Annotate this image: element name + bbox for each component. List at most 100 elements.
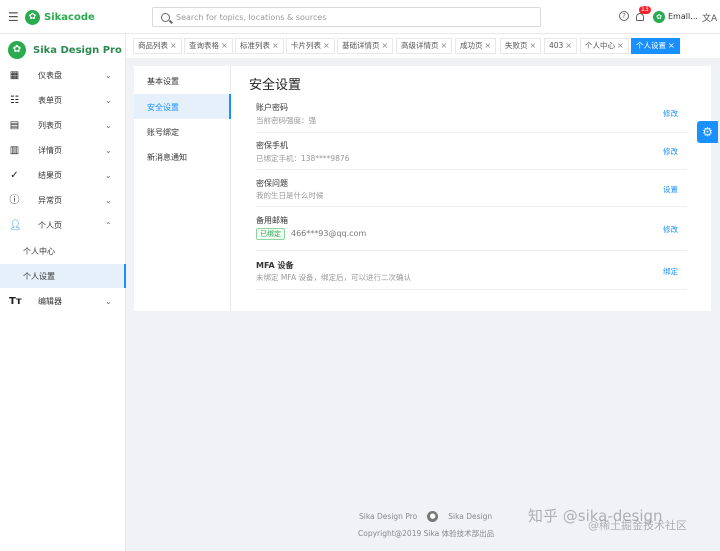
footer-link-design[interactable]: Sika Design <box>448 512 492 521</box>
notification-badge: 13 <box>639 6 651 14</box>
sidebar-item-user[interactable]: 👤︎ 个人页 ⌃ <box>0 213 126 237</box>
menu-toggle-icon[interactable]: ☰ <box>8 10 22 24</box>
row-title: MFA 设备 <box>256 261 294 270</box>
settings-menu: 基本设置 安全设置 账号绑定 新消息通知 <box>134 66 231 311</box>
sidebar-subitem-user-settings[interactable]: 个人设置 <box>0 264 126 288</box>
tab-label: 个人中心 <box>585 41 615 50</box>
avatar[interactable]: ✿ <box>653 11 665 23</box>
close-icon[interactable]: × <box>272 39 279 53</box>
notification-button[interactable]: 13 <box>635 6 651 24</box>
brand-title: Sika Design Pro <box>33 44 122 56</box>
sidebar: ✿ Sika Design Pro ▦ 仪表盘 ⌄ ☷ 表单页 ⌄ ▤ 列表页 … <box>0 34 126 551</box>
search-icon <box>161 12 170 22</box>
sidebar-item-label: 结果页 <box>38 170 62 180</box>
form-icon: ☷ <box>10 94 19 106</box>
email-value: 466***93@qq.com <box>291 229 367 238</box>
tab-label: 卡片列表 <box>291 41 321 50</box>
security-row-mfa: MFA 设备 未绑定 MFA 设备，绑定后，可以进行二次确认 绑定 <box>256 251 687 290</box>
chevron-down-icon: ⌄ <box>105 296 112 306</box>
close-icon[interactable]: × <box>530 39 537 53</box>
row-desc: 已绑定手机：138****9876 <box>256 154 350 163</box>
row-desc: 当前密码强度：强 <box>256 116 316 125</box>
sidebar-item-label: 仪表盘 <box>38 70 62 80</box>
copyright: Copyright@2019 Sika 体验技术部出品 <box>358 529 495 538</box>
tab-item[interactable]: 基础详情页 × <box>337 38 394 54</box>
app-name: Sikacode <box>44 11 95 23</box>
close-icon[interactable]: × <box>382 39 389 53</box>
footer-link-pro[interactable]: Sika Design Pro <box>359 512 417 521</box>
close-icon[interactable]: × <box>565 39 572 53</box>
sidebar-item-editor[interactable]: Tт 编辑器 ⌄ <box>0 289 126 313</box>
set-question-link[interactable]: 设置 <box>663 184 678 195</box>
security-row-email: 备用邮箱 已绑定 466***93@qq.com 修改 <box>256 207 687 251</box>
result-icon: ✓ <box>10 169 19 181</box>
tab-label: 成功页 <box>460 41 483 50</box>
settings-menu-binding[interactable]: 账号绑定 <box>134 119 231 144</box>
bound-badge: 已绑定 <box>256 228 285 240</box>
settings-menu-label: 账号绑定 <box>147 128 179 137</box>
tab-label: 高级详情页 <box>401 41 439 50</box>
detail-icon: ▥ <box>9 144 20 156</box>
tab-item[interactable]: 商品列表 × <box>133 38 182 54</box>
close-icon[interactable]: × <box>668 39 675 53</box>
close-icon[interactable]: × <box>441 39 448 53</box>
tab-item[interactable]: 失败页 × <box>500 38 542 54</box>
settings-menu-security[interactable]: 安全设置 <box>134 94 231 119</box>
bell-icon <box>636 13 644 21</box>
sidebar-item-result[interactable]: ✓ 结果页 ⌄ <box>0 163 126 187</box>
tab-item[interactable]: 403 × <box>544 38 578 54</box>
user-name[interactable]: Emall... <box>668 12 698 21</box>
sidebar-item-label: 详情页 <box>38 145 62 155</box>
sidebar-subitem-label: 个人设置 <box>23 272 55 281</box>
modify-password-link[interactable]: 修改 <box>663 108 678 119</box>
sidebar-item-form[interactable]: ☷ 表单页 ⌄ <box>0 88 126 112</box>
sidebar-item-exception[interactable]: ⓘ 异常页 ⌄ <box>0 188 126 212</box>
translate-icon[interactable]: 文A <box>702 11 717 24</box>
brand[interactable]: ✿ Sika Design Pro <box>8 41 122 59</box>
footer-links: Sika Design Pro ● Sika Design <box>359 511 492 522</box>
sidebar-item-detail[interactable]: ▥ 详情页 ⌄ <box>0 138 126 162</box>
settings-gear-icon[interactable]: ⚙ <box>697 121 718 143</box>
sidebar-item-list[interactable]: ▤ 列表页 ⌄ <box>0 113 126 137</box>
modify-phone-link[interactable]: 修改 <box>663 146 678 157</box>
github-icon[interactable]: ● <box>427 511 439 522</box>
close-icon[interactable]: × <box>221 39 228 53</box>
sidebar-item-label: 列表页 <box>38 120 62 130</box>
tab-item[interactable]: 成功页 × <box>455 38 497 54</box>
help-icon[interactable]: ? <box>619 11 629 21</box>
settings-card: 基本设置 安全设置 账号绑定 新消息通知 安全设置 账户密码 当前密码强度：强 … <box>134 66 711 311</box>
tab-label: 403 <box>549 41 564 50</box>
tab-item[interactable]: 卡片列表 × <box>286 38 335 54</box>
tab-bar: 商品列表 × 查询表格 × 标准列表 × 卡片列表 × 基础详情页 × 高级详情页 × 成功… <box>126 34 720 58</box>
tab-item[interactable]: 标准列表 × <box>235 38 284 54</box>
close-icon[interactable]: × <box>617 39 624 53</box>
tab-label: 查询表格 <box>189 41 219 50</box>
brand-logo-icon: ✿ <box>8 41 26 59</box>
sidebar-item-dashboard[interactable]: ▦ 仪表盘 ⌄ <box>0 63 126 87</box>
search-input[interactable] <box>176 12 536 22</box>
row-title: 账户密码 <box>256 103 288 112</box>
exception-icon: ⓘ <box>9 194 20 206</box>
tab-item[interactable]: 高级详情页 × <box>396 38 453 54</box>
app-logo[interactable]: ✿ Sikacode <box>25 8 95 26</box>
editor-icon: Tт <box>9 295 22 307</box>
sidebar-item-label: 编辑器 <box>38 296 62 306</box>
settings-menu-basic[interactable]: 基本设置 <box>134 68 231 93</box>
tab-label: 商品列表 <box>138 41 168 50</box>
sidebar-subitem-user-center[interactable]: 个人中心 <box>0 239 126 263</box>
row-desc: 未绑定 MFA 设备，绑定后，可以进行二次确认 <box>256 273 411 282</box>
page-title: 安全设置 <box>249 78 302 93</box>
modify-email-link[interactable]: 修改 <box>663 224 678 235</box>
tab-item[interactable]: 查询表格 × <box>184 38 233 54</box>
settings-menu-notification[interactable]: 新消息通知 <box>134 144 231 169</box>
close-icon[interactable]: × <box>170 39 177 53</box>
bind-mfa-link[interactable]: 绑定 <box>663 266 678 277</box>
search-box[interactable] <box>152 7 541 27</box>
chevron-up-icon: ⌃ <box>105 220 112 230</box>
tab-item[interactable]: 个人中心 × <box>580 38 629 54</box>
close-icon[interactable]: × <box>323 39 330 53</box>
security-row-phone: 密保手机 已绑定手机：138****9876 修改 <box>256 133 687 170</box>
tab-item-active[interactable]: 个人设置 × <box>631 38 680 54</box>
close-icon[interactable]: × <box>485 39 492 53</box>
watermark-juejin: @稀土掘金技术社区 <box>588 519 687 532</box>
